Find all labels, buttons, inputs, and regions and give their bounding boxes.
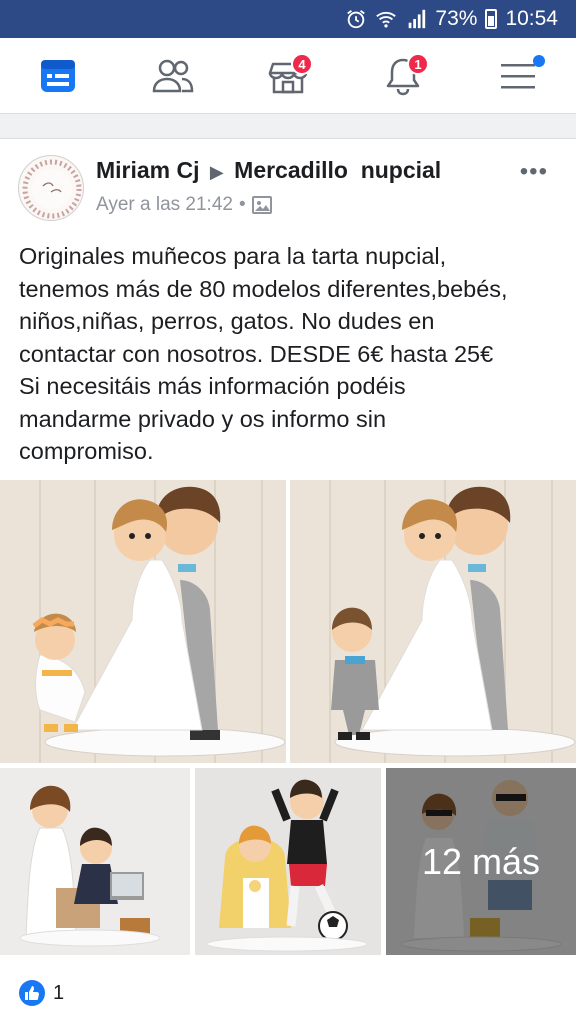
nav-menu[interactable] xyxy=(460,38,575,114)
nav-friends[interactable] xyxy=(115,38,230,114)
post-author-line[interactable]: Miriam Cj ▶ Mercadillo nupcial xyxy=(96,157,441,184)
photo-4[interactable] xyxy=(195,768,381,955)
reaction-count: 1 xyxy=(53,981,65,1004)
avatar-logo-image xyxy=(22,159,82,219)
group-name[interactable]: Mercadillo nupcial xyxy=(234,157,441,183)
cake-topper-image-football xyxy=(195,768,381,955)
photo-3[interactable] xyxy=(0,768,190,955)
wifi-icon xyxy=(376,11,397,28)
cake-topper-image-gamer xyxy=(0,768,190,955)
author-name[interactable]: Miriam Cj xyxy=(96,157,200,183)
nav-marketplace[interactable]: 4 xyxy=(230,38,345,114)
photo-2[interactable] xyxy=(290,480,576,763)
post-text: Originales muñecos para la tarta nupcial… xyxy=(19,243,508,464)
menu-icon xyxy=(500,64,535,89)
cake-topper-image-boy xyxy=(290,480,576,763)
nav-news-feed[interactable] xyxy=(0,38,115,114)
battery-icon xyxy=(485,9,498,29)
top-nav: 4 1 xyxy=(0,38,576,114)
photo-5-more[interactable]: 12 más xyxy=(386,768,576,955)
post-timestamp[interactable]: Ayer a las 21:42 xyxy=(96,194,233,216)
avatar[interactable] xyxy=(18,155,84,221)
cake-topper-image-girl xyxy=(0,480,286,763)
like-icon xyxy=(19,980,45,1006)
post-options-icon[interactable]: ••• xyxy=(520,158,548,186)
photo-1[interactable] xyxy=(0,480,286,763)
group-privacy-icon xyxy=(251,196,272,214)
battery-percent: 73% xyxy=(435,7,478,30)
reactions-summary[interactable]: 1 xyxy=(19,980,64,1006)
alarm-icon xyxy=(347,10,366,29)
arrow-right-icon: ▶ xyxy=(209,162,224,182)
clock: 10:54 xyxy=(505,7,558,30)
signal-icon xyxy=(409,9,426,29)
more-photos-count: 12 más xyxy=(421,840,541,882)
news-feed-icon xyxy=(40,60,75,92)
friends-icon xyxy=(152,59,193,93)
nav-notifications[interactable]: 1 xyxy=(345,38,460,114)
marketplace-badge: 4 xyxy=(291,53,313,75)
divider xyxy=(0,138,576,139)
feed-separator xyxy=(0,114,576,138)
notifications-badge: 1 xyxy=(407,53,429,75)
meta-separator: • xyxy=(238,194,246,215)
status-bar: 73% 10:54 xyxy=(0,0,576,38)
post-meta: Ayer a las 21:42 • xyxy=(96,194,272,216)
more-photos-overlay[interactable]: 12 más xyxy=(386,768,576,955)
menu-dot-indicator xyxy=(533,55,545,67)
